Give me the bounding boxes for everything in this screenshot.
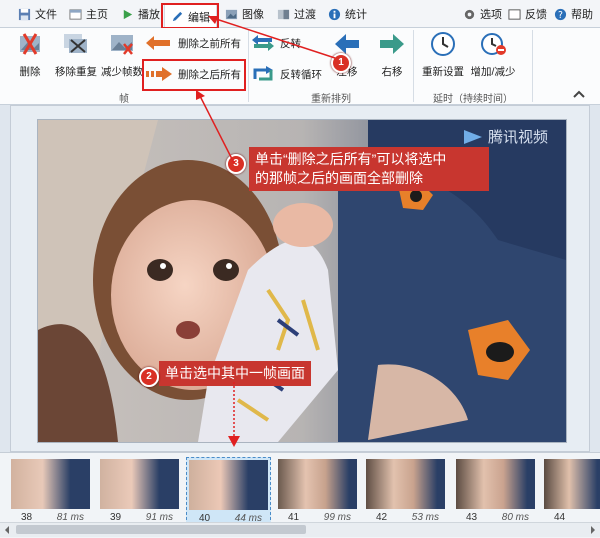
- frame-thumb-image: [456, 459, 535, 509]
- svg-text:?: ?: [558, 10, 563, 21]
- delete-label: 删除: [19, 66, 41, 78]
- reset-delay-label: 重新设置: [422, 66, 464, 78]
- clock-icon: [431, 32, 455, 56]
- help-button[interactable]: ? 帮助: [554, 3, 593, 25]
- play-icon: [123, 9, 133, 19]
- move-right-label: 右移: [381, 66, 403, 78]
- collapse-ribbon-icon[interactable]: [573, 90, 585, 98]
- frame-thumbnail[interactable]: 39 91 ms: [98, 457, 181, 523]
- frame-thumbnail[interactable]: 42 53 ms: [364, 457, 447, 523]
- remove-duplicates-button[interactable]: 移除重复: [53, 30, 99, 84]
- tencent-video-logo-icon: [463, 129, 482, 144]
- editor-canvas: 腾讯视频 单击“删除之后所有”可以将选中 的那帧之后的画面全部删除 3 单击选中…: [10, 105, 590, 452]
- adjust-delay-button[interactable]: 增加/减少: [467, 30, 519, 84]
- frame-thumb-image: [366, 459, 445, 509]
- feedback-button[interactable]: 反馈: [508, 3, 547, 25]
- horizontal-scrollbar[interactable]: [0, 522, 600, 537]
- callout-3-line2: 的那帧之后的画面全部删除: [255, 170, 423, 186]
- step-badge-2: 2: [139, 367, 159, 387]
- reverse-loop-icon: [253, 66, 273, 81]
- tab-home-label: 主页: [86, 9, 108, 21]
- tab-home[interactable]: 主页: [69, 3, 108, 25]
- tab-file-label: 文件: [35, 9, 57, 21]
- frame-thumb-image: [189, 460, 268, 510]
- arrow-left-orange-icon: [146, 36, 170, 50]
- arrow-right-icon: [380, 34, 404, 54]
- options-label: 选项: [480, 9, 502, 21]
- frame-thumb-image: [100, 459, 179, 509]
- reorder-group-label: 重新排列: [311, 94, 351, 105]
- video-watermark: 腾讯视频: [462, 126, 548, 147]
- delete-frame-icon: [20, 33, 40, 55]
- frame-thumbnail[interactable]: 43 80 ms: [454, 457, 537, 523]
- reduce-frames-label: 减少帧数: [101, 66, 143, 78]
- frame-thumb-image: [544, 459, 600, 509]
- tab-play[interactable]: 播放: [121, 3, 160, 25]
- annotation-arrow-1: [208, 16, 336, 59]
- callout-step-3: 单击“删除之后所有”可以将选中 的那帧之后的画面全部删除: [249, 147, 489, 191]
- reduce-frames-button[interactable]: 减少帧数: [99, 30, 145, 84]
- remove-duplicates-label: 移除重复: [55, 66, 97, 78]
- frame-thumbnail[interactable]: 38 81 ms: [9, 457, 92, 523]
- home-icon: [69, 8, 82, 20]
- feedback-icon: [508, 8, 521, 20]
- tab-statistics-label: 统计: [345, 9, 367, 21]
- frame-thumb-image: [278, 459, 357, 509]
- reduce-frames-icon: [111, 35, 133, 55]
- callout-3-line1: 单击“删除之后所有”可以将选中: [255, 151, 447, 167]
- highlight-delete-after: [142, 59, 246, 91]
- scroll-right-icon[interactable]: [589, 526, 597, 534]
- reset-delay-button[interactable]: 重新设置: [418, 30, 468, 84]
- tab-play-label: 播放: [138, 9, 160, 21]
- delete-button[interactable]: 删除: [7, 30, 53, 84]
- ribbon-separator: [532, 30, 533, 102]
- frame-thumb-image: [11, 459, 90, 509]
- frame-strip: 38 81 ms 39 91 ms 40 44 ms 41 99 ms 42 5…: [0, 452, 600, 538]
- reverse-loop-label: 反转循环: [280, 68, 322, 81]
- annotation-arrow-2: [228, 382, 240, 447]
- watermark-text: 腾讯视频: [487, 129, 548, 146]
- adjust-delay-label: 增加/减少: [470, 66, 516, 78]
- remove-duplicates-icon: [64, 34, 87, 53]
- delay-group-label: 延时（持续时间）: [433, 94, 513, 105]
- save-icon: [18, 8, 31, 20]
- scrollbar-thumb[interactable]: [16, 525, 306, 534]
- frame-thumbnail[interactable]: 41 99 ms: [276, 457, 359, 523]
- move-right-button[interactable]: 右移: [369, 30, 415, 84]
- feedback-label: 反馈: [525, 9, 547, 21]
- help-icon: ?: [554, 8, 567, 21]
- clock-adjust-icon: [481, 33, 506, 55]
- reverse-loop-button[interactable]: 反转循环: [252, 64, 322, 84]
- gear-icon: [464, 9, 475, 19]
- tab-file[interactable]: 文件: [18, 3, 57, 25]
- options-button[interactable]: 选项: [463, 3, 502, 25]
- scroll-left-icon[interactable]: [3, 526, 11, 534]
- frame-thumbnail[interactable]: 44: [542, 457, 600, 523]
- frame-thumbnail-selected[interactable]: 40 44 ms: [186, 457, 271, 525]
- annotation-arrow-3: [196, 90, 235, 164]
- help-label: 帮助: [571, 9, 593, 21]
